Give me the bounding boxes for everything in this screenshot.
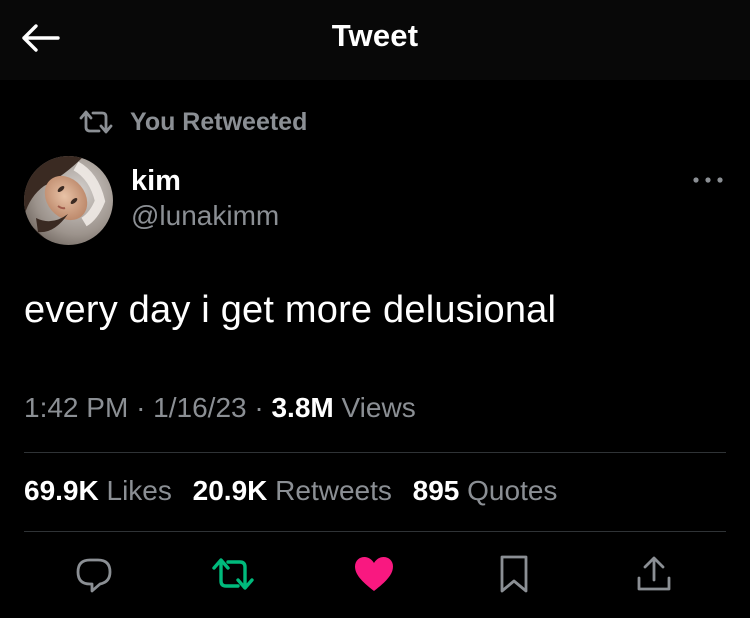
author-handle[interactable]: @lunakimm [131, 200, 279, 232]
views-label: Views [341, 392, 416, 423]
quotes-count: 895 [412, 475, 460, 506]
avatar[interactable] [24, 156, 113, 245]
engagement-stats: 69.9K Likes 20.9K Retweets 895 Quotes [24, 475, 557, 507]
likes-count: 69.9K [24, 475, 99, 506]
heart-icon [355, 557, 393, 591]
likes-stat[interactable]: 69.9K Likes [24, 475, 172, 506]
retweet-icon [79, 110, 113, 134]
retweet-context-label: You Retweeted [130, 107, 308, 136]
reply-icon [76, 558, 112, 593]
like-button[interactable] [350, 550, 398, 598]
tweet-date[interactable]: 1/16/23 [153, 392, 246, 423]
retweets-count: 20.9K [192, 475, 268, 506]
tweet-time[interactable]: 1:42 PM [24, 392, 128, 423]
retweet-button[interactable] [209, 550, 257, 598]
top-bar: Tweet [0, 0, 750, 80]
share-button[interactable] [630, 550, 678, 598]
retweets-stat[interactable]: 20.9K Retweets [193, 475, 392, 506]
action-bar [0, 550, 750, 602]
views-count: 3.8M [271, 392, 334, 423]
meta-separator: · [254, 392, 264, 423]
reply-button[interactable] [70, 550, 118, 598]
more-horizontal-icon [693, 177, 723, 183]
likes-label: Likes [106, 475, 172, 506]
tweet-text: every day i get more delusional [24, 289, 557, 331]
page-title: Tweet [331, 18, 419, 53]
quotes-label: Quotes [467, 475, 558, 506]
retweet-icon [212, 558, 254, 590]
bookmark-button[interactable] [490, 550, 538, 598]
divider [24, 531, 726, 532]
tweet-metadata: 1:42 PM · 1/16/23 · 3.8M Views [24, 392, 416, 424]
author-display-name[interactable]: kim [131, 165, 181, 198]
retweets-label: Retweets [275, 475, 392, 506]
retweet-context[interactable]: You Retweeted [78, 104, 307, 140]
share-icon [637, 556, 671, 591]
more-options-button[interactable] [690, 168, 726, 192]
quotes-stat[interactable]: 895 Quotes [413, 475, 558, 506]
meta-separator: · [136, 392, 146, 423]
avatar-image [24, 156, 113, 245]
divider [24, 452, 726, 453]
bookmark-icon [500, 555, 528, 593]
